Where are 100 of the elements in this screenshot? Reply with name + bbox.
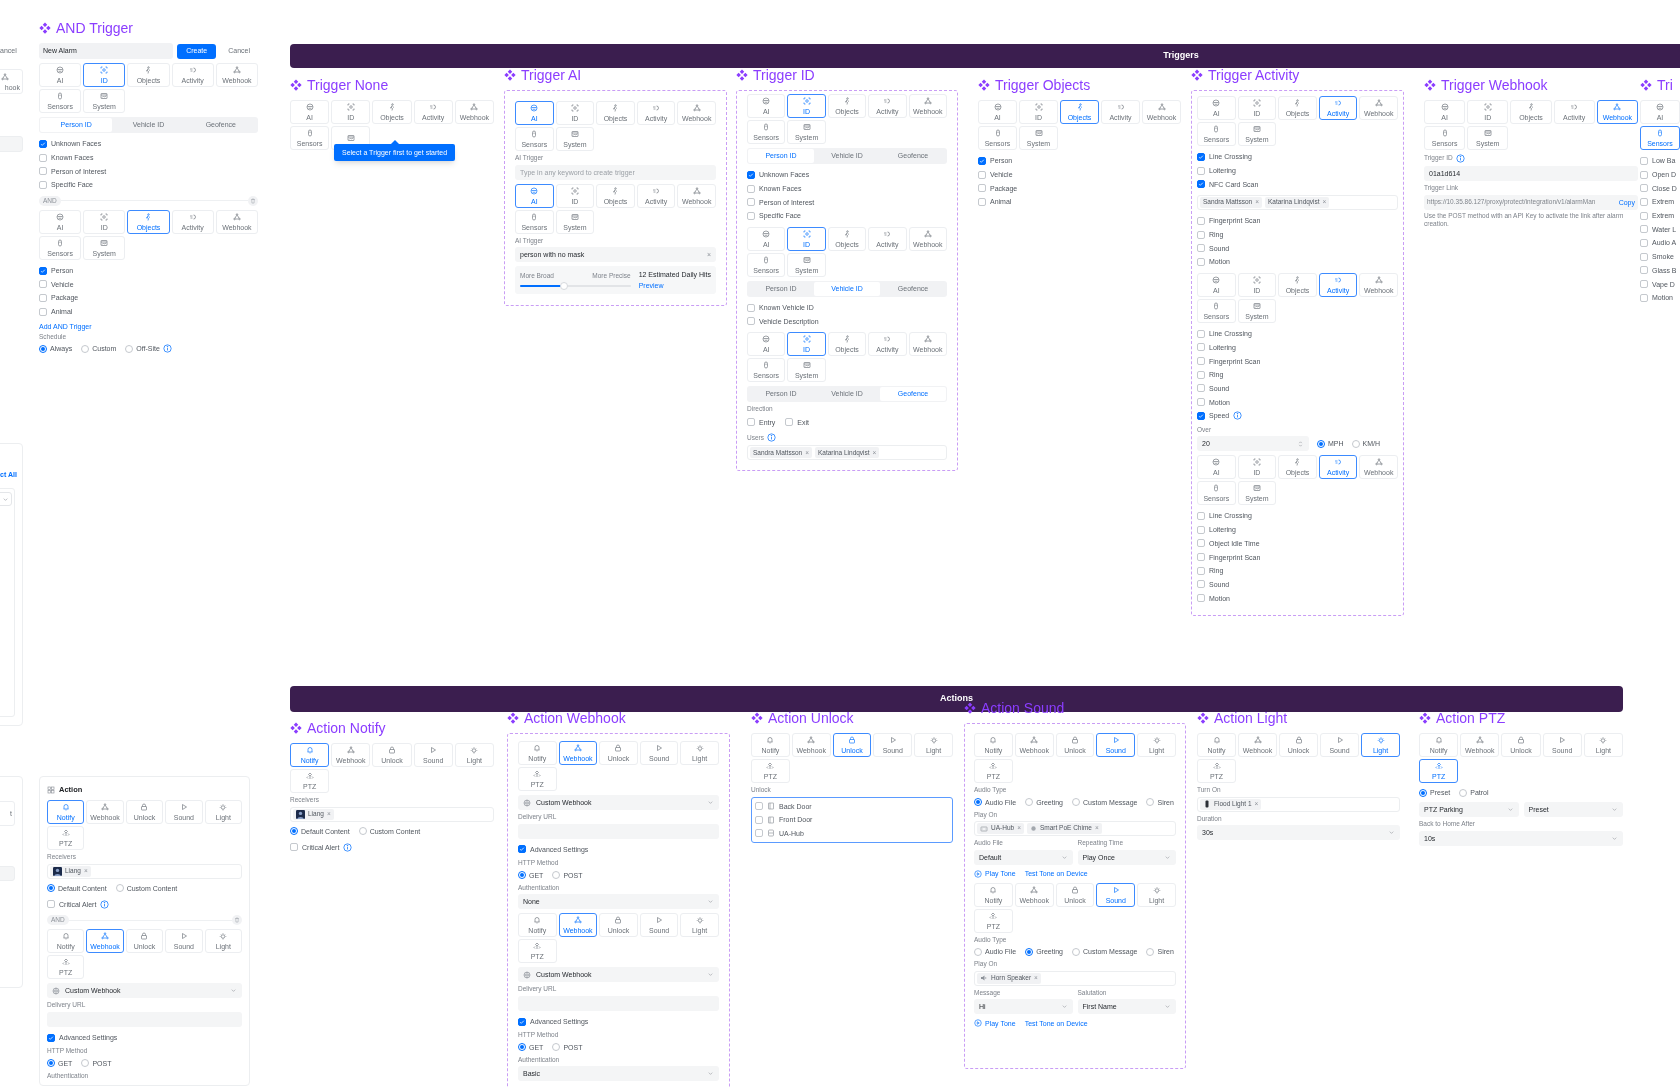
radio-button[interactable] bbox=[1072, 798, 1080, 806]
radio-button[interactable] bbox=[1146, 947, 1155, 956]
radio-button[interactable] bbox=[1072, 947, 1080, 956]
checkbox[interactable] bbox=[747, 303, 755, 312]
checkbox[interactable] bbox=[1197, 594, 1205, 603]
checkbox[interactable] bbox=[39, 180, 47, 189]
radio-button[interactable] bbox=[518, 1043, 526, 1052]
bell-icon bbox=[305, 746, 314, 754]
scan-icon bbox=[1252, 275, 1261, 284]
checkbox[interactable] bbox=[785, 418, 794, 427]
radio-button[interactable] bbox=[290, 827, 298, 835]
checkbox[interactable] bbox=[47, 1033, 55, 1042]
checkbox[interactable] bbox=[1640, 293, 1648, 302]
checkbox[interactable] bbox=[1197, 357, 1205, 366]
checkbox[interactable] bbox=[755, 829, 763, 838]
checkbox[interactable] bbox=[1640, 156, 1648, 165]
checkbox[interactable] bbox=[1197, 539, 1205, 548]
checkbox[interactable] bbox=[1640, 211, 1648, 220]
checkbox[interactable] bbox=[747, 317, 755, 326]
checkbox[interactable] bbox=[1640, 266, 1648, 275]
checkbox[interactable] bbox=[747, 170, 755, 179]
slider-track[interactable] bbox=[520, 285, 631, 288]
radio-button[interactable] bbox=[552, 1043, 561, 1052]
face-icon bbox=[305, 103, 314, 111]
checkbox[interactable] bbox=[1197, 525, 1205, 534]
face-icon bbox=[993, 103, 1002, 111]
slider-thumb[interactable] bbox=[560, 282, 569, 291]
radio-button[interactable] bbox=[974, 798, 982, 806]
checkbox[interactable] bbox=[1640, 238, 1648, 247]
radio-button[interactable] bbox=[81, 344, 90, 353]
checkbox[interactable] bbox=[747, 198, 755, 207]
checkbox[interactable] bbox=[1197, 384, 1205, 393]
checkbox[interactable] bbox=[1197, 244, 1205, 253]
checkbox[interactable] bbox=[1197, 230, 1205, 239]
checkbox[interactable] bbox=[978, 170, 986, 179]
webhook-icon bbox=[923, 97, 932, 105]
checkbox[interactable] bbox=[1197, 152, 1205, 161]
checkbox[interactable] bbox=[1640, 280, 1648, 289]
radio-button[interactable] bbox=[1146, 798, 1155, 806]
checkbox[interactable] bbox=[1640, 225, 1648, 234]
radio-button[interactable] bbox=[1025, 947, 1034, 956]
radio-button[interactable] bbox=[1419, 788, 1427, 797]
checkbox[interactable] bbox=[1640, 252, 1648, 261]
checkbox[interactable] bbox=[1197, 370, 1205, 379]
checkbox[interactable] bbox=[1197, 343, 1205, 352]
checkbox[interactable] bbox=[1197, 180, 1205, 189]
radio-button[interactable] bbox=[81, 1059, 90, 1068]
radio-button[interactable] bbox=[47, 884, 55, 892]
checkbox[interactable] bbox=[1197, 553, 1205, 562]
checkbox[interactable] bbox=[1197, 398, 1205, 407]
checkbox[interactable] bbox=[1640, 197, 1648, 206]
checkbox[interactable] bbox=[1197, 411, 1205, 420]
window-icon bbox=[1034, 129, 1043, 137]
checkbox[interactable] bbox=[39, 307, 47, 316]
radio-button[interactable] bbox=[974, 947, 982, 956]
radio-button[interactable] bbox=[115, 884, 124, 892]
checkbox[interactable] bbox=[747, 184, 755, 193]
sensor-icon bbox=[1212, 301, 1221, 310]
checkbox[interactable] bbox=[47, 900, 55, 909]
checkbox[interactable] bbox=[978, 156, 986, 165]
checkbox[interactable] bbox=[518, 845, 526, 854]
radio-button[interactable] bbox=[358, 827, 367, 835]
checkbox[interactable] bbox=[1197, 166, 1205, 175]
checkbox[interactable] bbox=[755, 815, 763, 824]
radio-button[interactable] bbox=[125, 344, 134, 353]
checkbox[interactable] bbox=[39, 139, 47, 148]
checkbox[interactable] bbox=[747, 418, 755, 427]
play-icon bbox=[1558, 736, 1567, 744]
checkbox[interactable] bbox=[39, 293, 47, 302]
checkbox[interactable] bbox=[1197, 580, 1205, 589]
radio-button[interactable] bbox=[1025, 798, 1034, 806]
checkbox[interactable] bbox=[1197, 216, 1205, 225]
checkbox[interactable] bbox=[1197, 511, 1205, 520]
radio-button[interactable] bbox=[1459, 788, 1468, 797]
checkbox[interactable] bbox=[518, 1017, 526, 1026]
arrows-icon bbox=[61, 958, 70, 967]
checkbox[interactable] bbox=[978, 197, 986, 206]
hub-icon bbox=[767, 829, 775, 838]
checkbox[interactable] bbox=[1197, 257, 1205, 266]
radio-button[interactable] bbox=[1317, 439, 1325, 448]
checkbox[interactable] bbox=[39, 280, 47, 289]
checkbox[interactable] bbox=[1197, 329, 1205, 338]
checkbox[interactable] bbox=[747, 211, 755, 220]
checkbox[interactable] bbox=[1197, 566, 1205, 575]
delete-button[interactable] bbox=[248, 195, 258, 206]
delete-button[interactable] bbox=[232, 915, 242, 926]
radio-button[interactable] bbox=[1351, 439, 1360, 448]
radio-button[interactable] bbox=[518, 871, 526, 880]
checkbox[interactable] bbox=[1640, 184, 1648, 193]
checkbox[interactable] bbox=[1640, 170, 1648, 179]
checkbox[interactable] bbox=[978, 184, 986, 193]
checkbox[interactable] bbox=[290, 843, 298, 852]
person-icon bbox=[1075, 103, 1084, 111]
radio-button[interactable] bbox=[552, 871, 561, 880]
radio-button[interactable] bbox=[47, 1059, 55, 1068]
radio-button[interactable] bbox=[39, 344, 47, 353]
checkbox[interactable] bbox=[39, 167, 47, 176]
checkbox[interactable] bbox=[755, 802, 763, 811]
checkbox[interactable] bbox=[39, 266, 47, 275]
checkbox[interactable] bbox=[39, 153, 47, 162]
